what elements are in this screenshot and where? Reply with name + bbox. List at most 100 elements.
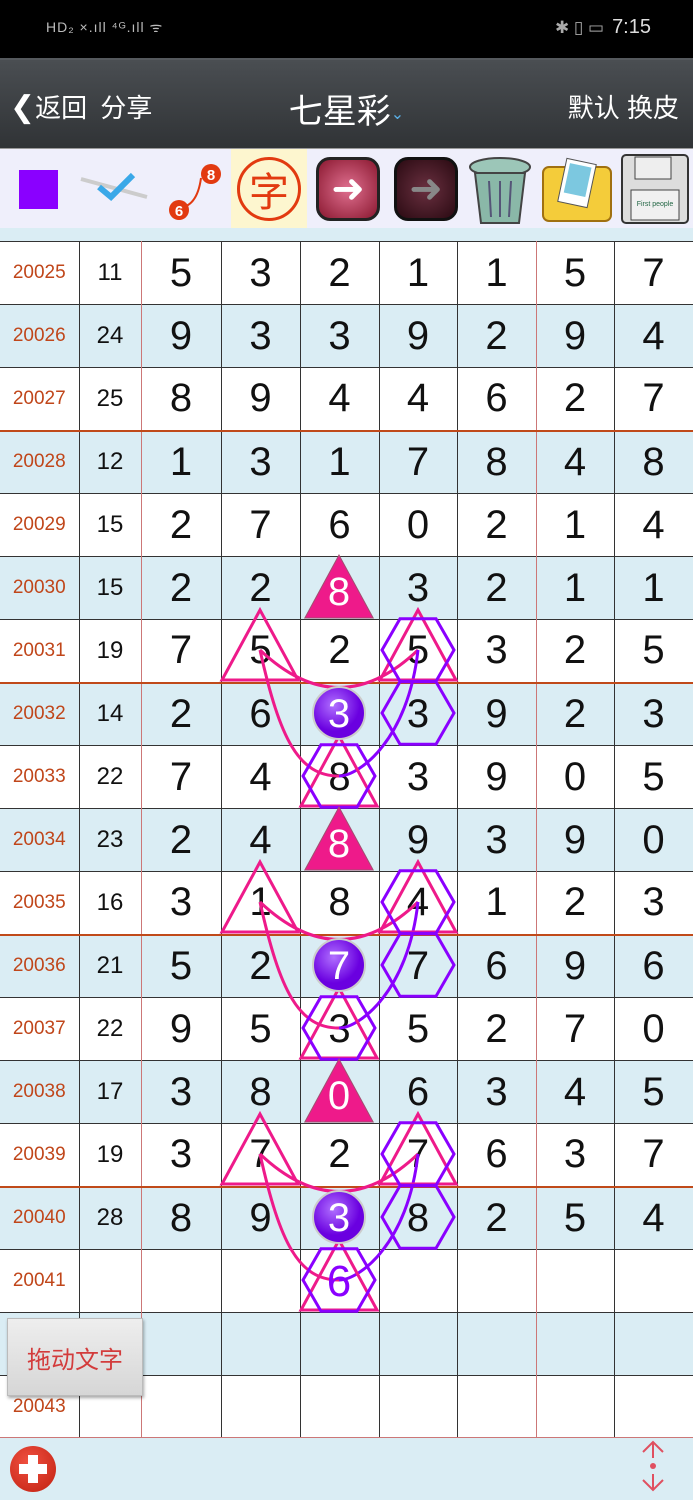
digit-cell[interactable]: 3 (141, 1060, 222, 1124)
digit-cell[interactable]: 4 (614, 304, 693, 368)
digit-cell[interactable]: 6 (457, 1123, 537, 1188)
redo-button[interactable]: ➜ (388, 149, 464, 229)
up-down-arrows-icon[interactable] (638, 1438, 668, 1494)
digit-cell[interactable] (221, 1249, 301, 1313)
digit-cell[interactable]: 2 (457, 493, 537, 557)
save-button[interactable]: First people (617, 149, 693, 229)
digit-cell[interactable] (536, 1312, 615, 1376)
digit-cell[interactable]: 3 (141, 871, 222, 936)
digit-cell[interactable]: 8 (221, 1060, 301, 1124)
digit-cell[interactable]: 0 (614, 997, 693, 1061)
digit-cell[interactable]: 4 (379, 367, 458, 432)
digit-cell[interactable]: 8 (300, 556, 380, 620)
digit-cell[interactable] (379, 1312, 458, 1376)
clear-button[interactable] (462, 149, 538, 229)
digit-cell[interactable]: 7 (141, 745, 222, 809)
digit-cell[interactable]: 3 (614, 682, 693, 746)
digit-cell[interactable]: 2 (536, 871, 615, 936)
digit-cell[interactable]: 2 (457, 1186, 537, 1250)
digit-cell[interactable]: 3 (300, 304, 380, 368)
digit-cell[interactable]: 0 (379, 493, 458, 557)
digit-cell[interactable]: 1 (614, 556, 693, 620)
digit-cell[interactable]: 2 (221, 934, 301, 998)
digit-cell[interactable]: 3 (457, 1060, 537, 1124)
digit-cell[interactable]: 7 (379, 1123, 458, 1188)
digit-cell[interactable]: 7 (141, 619, 222, 684)
digit-cell[interactable] (457, 1312, 537, 1376)
digit-cell[interactable] (300, 1312, 380, 1376)
digit-cell[interactable]: 8 (300, 745, 380, 809)
digit-cell[interactable]: 6 (457, 934, 537, 998)
digit-cell[interactable]: 7 (221, 1123, 301, 1188)
digit-cell[interactable]: 8 (379, 1186, 458, 1250)
digit-cell[interactable]: 4 (379, 871, 458, 936)
digit-cell[interactable] (536, 1375, 615, 1437)
digit-cell[interactable]: 2 (300, 241, 380, 305)
digit-cell[interactable]: 0 (536, 745, 615, 809)
digit-cell[interactable]: 6 (300, 493, 380, 557)
digit-cell[interactable]: 9 (536, 808, 615, 872)
digit-cell[interactable]: 3 (379, 682, 458, 746)
digit-cell[interactable]: 2 (457, 304, 537, 368)
digit-cell[interactable]: 3 (221, 304, 301, 368)
digit-cell[interactable]: 1 (221, 871, 301, 936)
digit-cell[interactable]: 9 (536, 304, 615, 368)
digit-cell[interactable]: 3 (221, 241, 301, 305)
digit-cell[interactable]: 5 (614, 745, 693, 809)
digit-cell[interactable]: 3 (300, 1186, 380, 1250)
digit-cell[interactable]: 4 (300, 367, 380, 432)
digit-cell[interactable] (141, 1312, 222, 1376)
digit-cell[interactable] (300, 1249, 380, 1313)
digit-cell[interactable] (379, 1375, 458, 1437)
digit-cell[interactable]: 4 (221, 808, 301, 872)
digit-cell[interactable] (614, 1312, 693, 1376)
digit-cell[interactable]: 5 (141, 241, 222, 305)
text-tool-button[interactable]: 字 (231, 149, 307, 229)
digit-cell[interactable]: 1 (536, 493, 615, 557)
digit-cell[interactable]: 7 (379, 934, 458, 998)
digit-cell[interactable]: 3 (536, 1123, 615, 1188)
digit-cell[interactable]: 6 (457, 367, 537, 432)
digit-cell[interactable]: 5 (614, 619, 693, 684)
digit-cell[interactable]: 1 (536, 556, 615, 620)
digit-cell[interactable]: 7 (614, 241, 693, 305)
digit-cell[interactable]: 0 (614, 808, 693, 872)
digit-cell[interactable]: 1 (457, 241, 537, 305)
digit-cell[interactable]: 2 (536, 367, 615, 432)
digit-cell[interactable]: 6 (221, 682, 301, 746)
skin-button[interactable]: 换皮 (627, 93, 679, 123)
digit-cell[interactable]: 2 (536, 682, 615, 746)
check-line-button[interactable] (76, 149, 152, 229)
digit-cell[interactable]: 2 (300, 619, 380, 684)
digit-cell[interactable]: 7 (536, 997, 615, 1061)
digit-cell[interactable]: 8 (300, 808, 380, 872)
digit-cell[interactable]: 7 (300, 934, 380, 998)
digit-cell[interactable]: 2 (536, 619, 615, 684)
digit-cell[interactable] (536, 1249, 615, 1313)
digit-cell[interactable]: 5 (536, 241, 615, 305)
digit-cell[interactable]: 2 (141, 493, 222, 557)
digit-cell[interactable]: 0 (300, 1060, 380, 1124)
digit-cell[interactable]: 8 (614, 430, 693, 494)
digit-cell[interactable]: 9 (221, 1186, 301, 1250)
digit-cell[interactable]: 8 (141, 367, 222, 432)
digit-cell[interactable] (221, 1312, 301, 1376)
undo-button[interactable]: ➜ (310, 149, 386, 229)
digit-cell[interactable]: 7 (614, 367, 693, 432)
digit-cell[interactable]: 9 (141, 997, 222, 1061)
digit-cell[interactable]: 1 (300, 430, 380, 494)
digit-cell[interactable]: 3 (457, 808, 537, 872)
digit-cell[interactable]: 3 (300, 682, 380, 746)
digit-cell[interactable] (614, 1249, 693, 1313)
digit-cell[interactable]: 6 (379, 1060, 458, 1124)
digit-cell[interactable]: 2 (141, 808, 222, 872)
digit-cell[interactable]: 5 (614, 1060, 693, 1124)
digit-cell[interactable]: 7 (614, 1123, 693, 1188)
plus-circle-icon[interactable] (10, 1446, 56, 1492)
digit-cell[interactable]: 3 (379, 745, 458, 809)
digit-cell[interactable]: 5 (141, 934, 222, 998)
digit-cell[interactable]: 3 (221, 430, 301, 494)
default-button[interactable]: 默认 (568, 93, 620, 123)
color-picker-button[interactable] (0, 149, 76, 229)
digit-cell[interactable]: 8 (457, 430, 537, 494)
